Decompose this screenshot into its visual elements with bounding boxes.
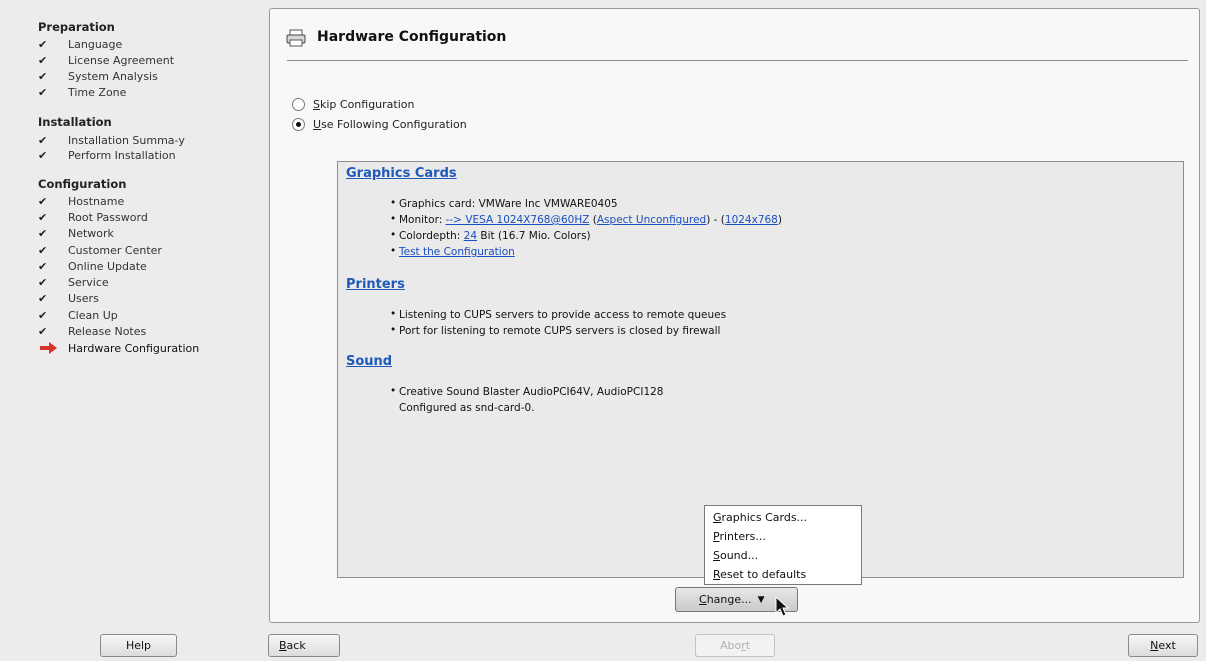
- step-clean-up: ✔ Clean Up: [38, 308, 118, 322]
- sound-item: Creative Sound Blaster AudioPCI64V, Audi…: [390, 385, 664, 398]
- skip-configuration-radio[interactable]: Skip Configuration: [292, 98, 415, 111]
- step-service: ✔ Service: [38, 275, 109, 289]
- graphics-card-item: Graphics card: VMWare Inc VMWARE0405: [390, 197, 618, 210]
- checkmark-icon: ✔: [38, 37, 48, 51]
- printer-icon: [286, 29, 306, 47]
- step-network: ✔ Network: [38, 226, 114, 240]
- monitor-link[interactable]: --> VESA 1024X768@60HZ: [446, 214, 590, 226]
- menu-item-reset-to-defaults[interactable]: Reset to defaults: [713, 568, 806, 581]
- sound-configured-text: Configured as snd-card-0.: [399, 402, 535, 414]
- checkmark-icon: ✔: [38, 243, 48, 257]
- resolution-link[interactable]: 1024x768: [725, 214, 778, 226]
- printers-item-1: Listening to CUPS servers to provide acc…: [390, 308, 726, 321]
- step-online-update: ✔ Online Update: [38, 259, 147, 273]
- checkmark-icon: ✔: [38, 324, 48, 338]
- colordepth-item: Colordepth: 24 Bit (16.7 Mio. Colors): [390, 229, 591, 242]
- steps-sidebar: Preparation ✔ Language ✔ License Agreement…: [0, 0, 262, 661]
- radio-button-selected[interactable]: [292, 118, 305, 131]
- section-title-installation: Installation: [38, 115, 112, 129]
- checkmark-icon: ✔: [38, 69, 48, 83]
- use-following-configuration-radio[interactable]: Use Following Configuration: [292, 118, 467, 131]
- page-title: Hardware Configuration: [317, 29, 507, 45]
- printers-heading-link[interactable]: Printers: [346, 277, 405, 292]
- step-system-analysis: ✔ System Analysis: [38, 69, 158, 83]
- checkmark-icon: ✔: [38, 275, 48, 289]
- checkmark-icon: ✔: [38, 85, 48, 99]
- mouse-cursor-icon: [775, 596, 790, 617]
- checkmark-icon: ✔: [38, 291, 48, 305]
- use-following-configuration-label: Use Following Configuration: [313, 118, 467, 131]
- help-button[interactable]: Help: [100, 634, 177, 657]
- checkmark-icon: ✔: [38, 308, 48, 322]
- step-hostname: ✔ Hostname: [38, 194, 125, 208]
- step-license-agreement: ✔ License Agreement: [38, 53, 175, 67]
- checkmark-icon: ✔: [38, 226, 48, 240]
- skip-configuration-label: Skip Configuration: [313, 98, 415, 111]
- checkmark-icon: ✔: [38, 53, 48, 67]
- graphics-cards-heading-link[interactable]: Graphics Cards: [346, 166, 457, 181]
- test-configuration-item: Test the Configuration: [390, 245, 515, 258]
- menu-item-graphics-cards[interactable]: Graphics Cards...: [713, 511, 807, 524]
- section-title-preparation: Preparation: [38, 20, 115, 34]
- checkmark-icon: ✔: [38, 194, 48, 208]
- step-hardware-configuration: Hardware Configuration: [38, 341, 199, 355]
- colordepth-link[interactable]: 24: [464, 230, 477, 242]
- aspect-link[interactable]: Aspect Unconfigured: [597, 214, 706, 226]
- sound-heading-link[interactable]: Sound: [346, 354, 392, 369]
- checkmark-icon: ✔: [38, 210, 48, 224]
- step-release-notes: ✔ Release Notes: [38, 324, 147, 338]
- change-popup-menu: Graphics Cards... Printers... Sound... R…: [704, 505, 862, 585]
- step-customer-center: ✔ Customer Center: [38, 243, 162, 257]
- checkmark-icon: ✔: [38, 259, 48, 273]
- step-language: ✔ Language: [38, 37, 123, 51]
- menu-item-printers[interactable]: Printers...: [713, 530, 766, 543]
- checkmark-icon: ✔: [38, 133, 48, 147]
- printers-item-2: Port for listening to remote CUPS server…: [390, 324, 720, 337]
- step-root-password: ✔ Root Password: [38, 210, 148, 224]
- test-configuration-link[interactable]: Test the Configuration: [399, 246, 515, 258]
- section-title-configuration: Configuration: [38, 177, 127, 191]
- radio-button-unselected[interactable]: [292, 98, 305, 111]
- step-time-zone: ✔ Time Zone: [38, 85, 127, 99]
- back-button[interactable]: Back: [268, 634, 340, 657]
- step-installation-summary: ✔ Installation Summa-y: [38, 133, 185, 147]
- menu-item-sound[interactable]: Sound...: [713, 549, 758, 562]
- abort-button[interactable]: Abo r t: [695, 634, 775, 657]
- chevron-down-icon: ▼: [757, 594, 765, 605]
- next-button[interactable]: Next: [1128, 634, 1198, 657]
- checkmark-icon: ✔: [38, 148, 48, 162]
- step-perform-installation: ✔ Perform Installation: [38, 148, 176, 162]
- change-button-label: Change...: [699, 593, 752, 606]
- header-divider: [287, 60, 1188, 61]
- step-users: ✔ Users: [38, 291, 99, 305]
- red-arrow-icon: [40, 342, 57, 354]
- monitor-item: Monitor: --> VESA 1024X768@60HZ (Aspect …: [390, 213, 782, 226]
